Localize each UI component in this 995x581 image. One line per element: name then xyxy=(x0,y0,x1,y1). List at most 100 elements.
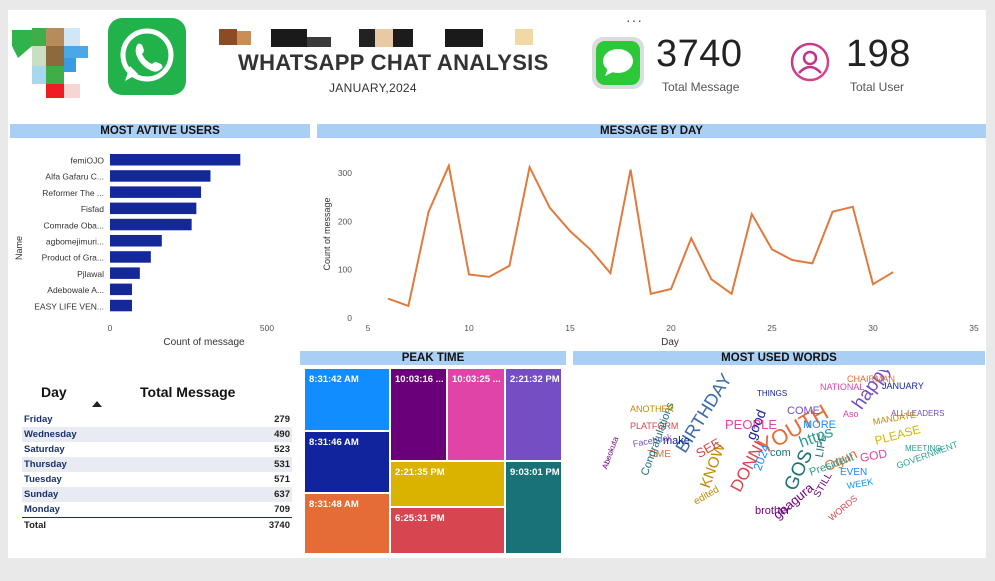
table-row[interactable]: Friday 279 xyxy=(22,412,292,427)
active-users-ylabel: Name xyxy=(14,236,24,260)
word-cloud-word[interactable]: EVEN xyxy=(840,468,867,478)
user-bar[interactable] xyxy=(110,283,132,296)
day-cell: Sunday xyxy=(24,489,59,500)
treemap-tile[interactable]: 8:31:46 AM xyxy=(304,431,390,493)
treemap-tile[interactable]: 6:25:31 PM xyxy=(390,507,505,554)
word-cloud-word[interactable]: GOD xyxy=(859,446,888,465)
day-cell: Friday xyxy=(24,414,53,425)
total-message-value: 3740 xyxy=(656,33,743,75)
report-subtitle: JANUARY,2024 xyxy=(329,81,417,95)
word-cloud: BIRTHDAY YOUTH happy DONNI GOS KNOW PEOPLE http… xyxy=(585,370,975,545)
sort-ascending-icon[interactable] xyxy=(92,401,102,407)
user-bar[interactable] xyxy=(110,154,241,166)
user-name-label: Comrade Oba... xyxy=(44,220,104,230)
line-xtick-label: 35 xyxy=(969,323,979,333)
active-users-chart: Name femiOJO Alfa Gafaru C... Reformer The… xyxy=(14,154,274,348)
user-name-label: Fisfad xyxy=(81,204,104,214)
report-title: WHATSAPP CHAT ANALYSIS xyxy=(238,50,549,75)
table-row[interactable]: Saturday 523 xyxy=(22,442,292,457)
user-bar[interactable] xyxy=(110,299,132,312)
peak-time-treemap: 8:31:42 AM 8:31:46 AM 8:31:48 AM 10:03:1… xyxy=(304,368,562,554)
line-ytick-label: 200 xyxy=(338,216,352,226)
more-options-icon[interactable]: ··· xyxy=(626,12,643,28)
user-name-label: Product of Gra... xyxy=(42,253,104,263)
total-cell: 709 xyxy=(274,504,290,515)
word-cloud-word[interactable]: LIFE xyxy=(814,433,830,458)
user-bar[interactable] xyxy=(110,202,197,215)
word-cloud-word[interactable]: MORE xyxy=(803,420,836,431)
total-user-label: Total User xyxy=(850,80,905,94)
word-cloud-word[interactable]: WEEK xyxy=(846,476,874,490)
day-cell: Tuesday xyxy=(24,474,62,485)
total-cell: 637 xyxy=(274,489,290,500)
user-bar[interactable] xyxy=(110,218,192,231)
most-used-words-banner: MOST USED WORDS xyxy=(573,351,985,365)
treemap-tile[interactable]: 2:21:35 PM xyxy=(390,461,505,507)
word-cloud-word[interactable]: NATIONAL xyxy=(820,383,864,392)
treemap-tile[interactable]: 2:21:32 PM xyxy=(505,368,562,461)
day-cell: Saturday xyxy=(24,444,65,455)
user-bar[interactable] xyxy=(110,170,211,182)
user-name-label: Alfa Gafaru C... xyxy=(45,172,104,182)
treemap-tile[interactable]: 8:31:48 AM xyxy=(304,493,390,554)
line-xtick-label: 20 xyxy=(666,323,676,333)
word-cloud-word[interactable]: MEETING xyxy=(905,445,941,453)
user-bar[interactable] xyxy=(110,235,162,247)
treemap-tile[interactable]: 9:03:01 PM xyxy=(505,461,562,554)
word-cloud-word[interactable]: Aso xyxy=(843,410,859,419)
table-row[interactable]: Sunday 637 xyxy=(22,487,292,502)
total-cell: 279 xyxy=(274,414,290,425)
word-cloud-word[interactable]: WORDS xyxy=(826,493,859,523)
word-cloud-word[interactable]: com xyxy=(770,448,791,459)
line-xtick-label: 25 xyxy=(767,323,777,333)
word-cloud-word[interactable]: brother xyxy=(755,506,790,517)
word-cloud-word[interactable]: THINGS xyxy=(757,390,787,398)
table-total-row: Total 3740 xyxy=(22,517,292,534)
user-name-label: EASY LIFE VEN... xyxy=(34,301,104,311)
active-users-banner: MOST AVTIVE USERS xyxy=(10,124,310,138)
total-cell: 523 xyxy=(274,444,290,455)
day-cell: Monday xyxy=(24,504,60,515)
active-users-xtick-0: 0 xyxy=(108,323,113,333)
total-cell: 531 xyxy=(274,459,290,470)
active-users-xtick-500: 500 xyxy=(260,323,274,333)
line-ytick-label: 0 xyxy=(347,313,352,323)
total-user-value: 198 xyxy=(846,33,911,75)
user-name-label: Adebowale A... xyxy=(47,285,104,295)
active-users-xlabel: Count of message xyxy=(163,337,245,348)
table-row[interactable]: Thursday 531 xyxy=(22,457,292,472)
user-bar[interactable] xyxy=(110,186,202,198)
user-bar[interactable] xyxy=(110,267,140,279)
message-by-day-banner: MESSAGE BY DAY xyxy=(317,124,986,138)
total-label: Total xyxy=(24,520,46,531)
word-cloud-word[interactable]: edited xyxy=(692,484,721,507)
treemap-tile[interactable]: 8:31:42 AM xyxy=(304,368,390,431)
treemap-tile[interactable]: 10:03:16 ... xyxy=(390,368,447,461)
word-cloud-word[interactable]: ANOTHER xyxy=(630,405,674,414)
table-row[interactable]: Monday 709 xyxy=(22,502,292,518)
treemap-tile[interactable]: 10:03:25 ... xyxy=(447,368,505,461)
user-name-label: Reformer The ... xyxy=(42,188,104,198)
day-cell: Thursday xyxy=(24,459,67,470)
word-cloud-word[interactable]: JANUARY xyxy=(882,382,924,391)
message-by-day-line xyxy=(387,162,894,308)
line-xtick-label: 10 xyxy=(464,323,474,333)
day-table: Friday 279 Wednesday 490 Saturday 523 Thurs… xyxy=(22,412,292,533)
whatsapp-logo-icon xyxy=(108,18,186,95)
day-cell: Wednesday xyxy=(24,429,77,440)
line-xtick-label: 15 xyxy=(565,323,575,333)
day-table-header-day[interactable]: Day xyxy=(41,384,67,400)
word-cloud-word[interactable]: COME xyxy=(787,406,820,417)
total-value: 3740 xyxy=(268,520,290,531)
line-ytick-label: 100 xyxy=(338,265,352,275)
table-row[interactable]: Wednesday 490 xyxy=(22,427,292,442)
day-table-header-total[interactable]: Total Message xyxy=(140,384,235,400)
user-profile-icon xyxy=(790,42,830,82)
table-row[interactable]: Tuesday 571 xyxy=(22,472,292,487)
user-bar[interactable] xyxy=(110,251,151,263)
line-xlabel: Day xyxy=(661,337,679,348)
word-cloud-word[interactable]: Abeokuta xyxy=(600,436,620,471)
line-xtick-label: 5 xyxy=(366,323,371,333)
user-name-label: agbomejimuri... xyxy=(46,237,104,247)
message-by-day-chart: Count of message 0 100 200 300 5 10 15 20 25 30 3… xyxy=(322,162,979,348)
